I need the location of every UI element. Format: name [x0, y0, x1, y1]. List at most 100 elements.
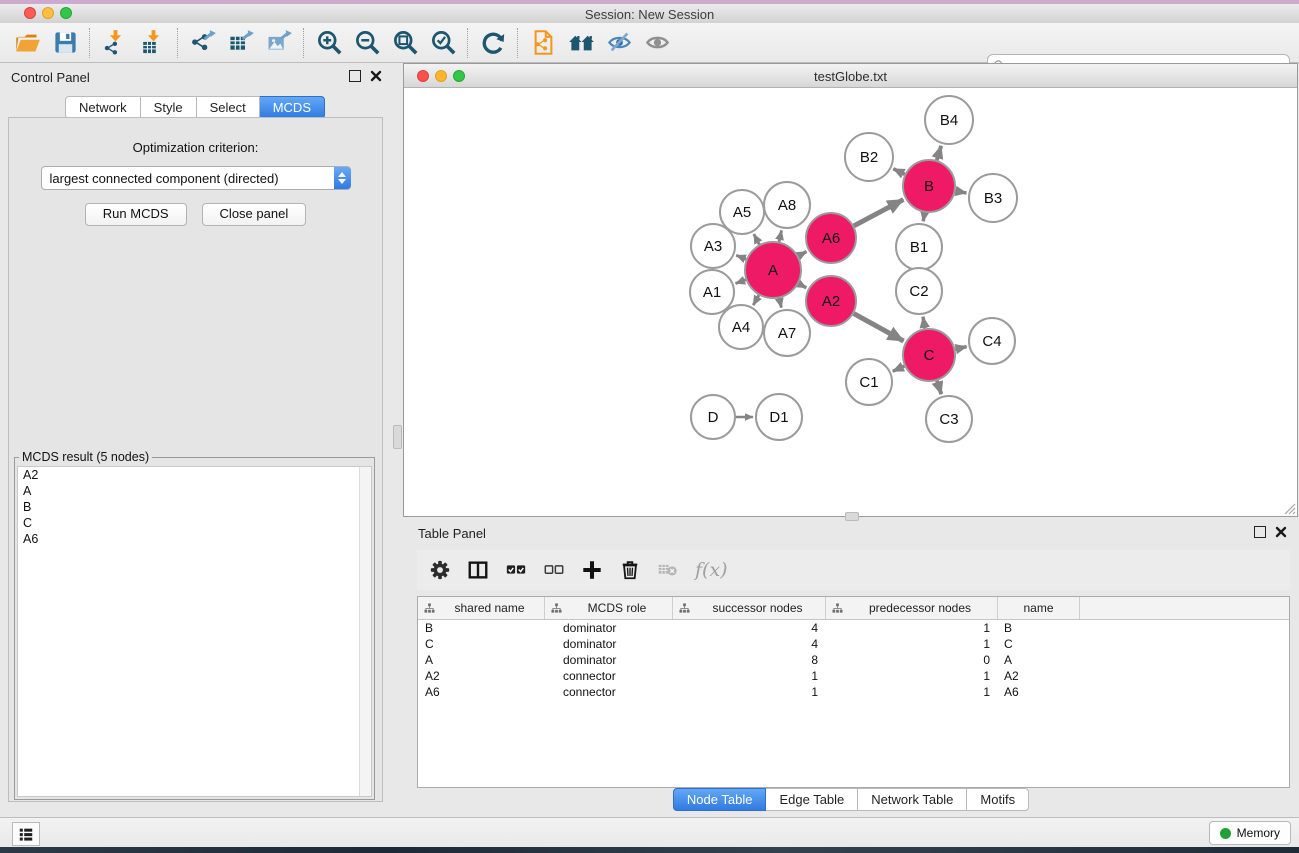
table-row[interactable]: Cdominator41C	[418, 636, 1289, 652]
cell-MCDS-role[interactable]: connector	[545, 669, 673, 683]
node-D[interactable]: D	[691, 395, 735, 439]
edge-C-C3[interactable]	[937, 381, 941, 394]
zoom-out-button[interactable]	[348, 26, 386, 60]
cell-name[interactable]: C	[998, 637, 1080, 651]
task-history-button[interactable]	[12, 822, 40, 846]
close-panel-icon[interactable]	[1275, 526, 1287, 538]
cell-name[interactable]: B	[998, 621, 1080, 635]
delete-columns-button[interactable]	[613, 553, 647, 587]
edge-A-A5[interactable]	[754, 234, 760, 244]
edge-A-A8[interactable]	[779, 230, 781, 241]
network-canvas[interactable]: AA1A2A3A4A5A6A7A8BB1B2B3B4CC1C2C3C4DD1	[405, 88, 1296, 515]
export-network-button[interactable]	[184, 26, 222, 60]
tab-network-table[interactable]: Network Table	[858, 788, 967, 811]
cell-successor-nodes[interactable]: 1	[673, 669, 826, 683]
edge-A-A7[interactable]	[779, 298, 781, 307]
edge-B-B3[interactable]	[956, 191, 967, 193]
column-header-name[interactable]: name	[998, 597, 1080, 619]
table-settings-button[interactable]	[423, 553, 457, 587]
node-A6[interactable]: A6	[806, 213, 856, 263]
table-header-row[interactable]: shared nameMCDS rolesuccessor nodesprede…	[418, 597, 1289, 620]
network-graph[interactable]: AA1A2A3A4A5A6A7A8BB1B2B3B4CC1C2C3C4DD1	[405, 88, 1296, 515]
cell-predecessor-nodes[interactable]: 1	[826, 669, 998, 683]
edge-A-A1[interactable]	[736, 280, 746, 284]
node-D1[interactable]: D1	[756, 394, 802, 440]
toggle-columns-button[interactable]	[461, 553, 495, 587]
tab-network[interactable]: Network	[65, 96, 141, 119]
edge-B-B1[interactable]	[923, 213, 924, 222]
import-table-button[interactable]	[134, 26, 172, 60]
node-table[interactable]: shared nameMCDS rolesuccessor nodesprede…	[417, 596, 1290, 788]
node-A7[interactable]: A7	[764, 310, 810, 356]
select-all-rows-button[interactable]	[499, 553, 533, 587]
cell-MCDS-role[interactable]: connector	[545, 685, 673, 699]
node-A4[interactable]: A4	[719, 305, 763, 349]
cell-predecessor-nodes[interactable]: 1	[826, 637, 998, 651]
cell-shared-name[interactable]: A6	[418, 685, 545, 699]
node-B2[interactable]: B2	[845, 133, 893, 181]
function-builder-button[interactable]: f(x)	[689, 559, 728, 581]
zoom-in-button[interactable]	[310, 26, 348, 60]
node-A8[interactable]: A8	[764, 182, 810, 228]
edge-B-B4[interactable]	[937, 146, 941, 160]
edge-C-C4[interactable]	[955, 347, 966, 350]
node-C1[interactable]: C1	[846, 359, 892, 405]
vertical-splitter-handle[interactable]	[393, 425, 402, 449]
table-row[interactable]: A2connector11A2	[418, 668, 1289, 684]
mcds-result-item[interactable]: B	[18, 499, 371, 515]
cell-shared-name[interactable]: A	[418, 653, 545, 667]
cell-shared-name[interactable]: C	[418, 637, 545, 651]
cell-successor-nodes[interactable]: 4	[673, 621, 826, 635]
tab-select[interactable]: Select	[197, 96, 260, 119]
node-C2[interactable]: C2	[896, 268, 942, 314]
cell-predecessor-nodes[interactable]: 1	[826, 685, 998, 699]
mcds-result-list[interactable]: A2ABCA6	[17, 466, 372, 797]
node-B[interactable]: B	[903, 160, 955, 212]
delete-table-button[interactable]	[651, 553, 685, 587]
network-from-selection-button[interactable]	[524, 26, 562, 60]
mcds-result-item[interactable]: A	[18, 483, 371, 499]
cell-MCDS-role[interactable]: dominator	[545, 653, 673, 667]
node-B4[interactable]: B4	[925, 96, 973, 144]
column-header-shared-name[interactable]: shared name	[418, 597, 545, 619]
cell-predecessor-nodes[interactable]: 1	[826, 621, 998, 635]
column-header-predecessor-nodes[interactable]: predecessor nodes	[826, 597, 998, 619]
edge-C-C1[interactable]	[893, 366, 905, 371]
node-C[interactable]: C	[903, 329, 955, 381]
close-panel-icon[interactable]	[370, 70, 382, 82]
export-table-button[interactable]	[222, 26, 260, 60]
node-A5[interactable]: A5	[720, 190, 764, 234]
tab-motifs[interactable]: Motifs	[967, 788, 1029, 811]
tab-node-table[interactable]: Node Table	[673, 788, 767, 811]
resize-grip-icon[interactable]	[1282, 501, 1296, 515]
table-row[interactable]: Bdominator41B	[418, 620, 1289, 636]
cell-name[interactable]: A6	[998, 685, 1080, 699]
table-row[interactable]: A6connector11A6	[418, 684, 1289, 700]
close-panel-button[interactable]: Close panel	[202, 203, 307, 226]
show-all-button[interactable]	[638, 26, 676, 60]
cell-name[interactable]: A2	[998, 669, 1080, 683]
table-row[interactable]: Adominator80A	[418, 652, 1289, 668]
node-A3[interactable]: A3	[691, 224, 735, 268]
node-B1[interactable]: B1	[896, 224, 942, 270]
scrollbar-track[interactable]	[359, 467, 371, 796]
refresh-layout-button[interactable]	[474, 26, 512, 60]
column-header-MCDS-role[interactable]: MCDS role	[545, 597, 673, 619]
edge-A-A3[interactable]	[736, 255, 746, 259]
export-image-button[interactable]	[260, 26, 298, 60]
float-panel-icon[interactable]	[1254, 526, 1266, 538]
node-A[interactable]: A	[745, 242, 801, 298]
deselect-all-rows-button[interactable]	[537, 553, 571, 587]
node-C3[interactable]: C3	[926, 396, 972, 442]
edge-C-C2[interactable]	[923, 317, 925, 329]
cell-successor-nodes[interactable]: 8	[673, 653, 826, 667]
edge-A6-B[interactable]	[854, 200, 903, 226]
cell-successor-nodes[interactable]: 1	[673, 685, 826, 699]
cell-MCDS-role[interactable]: dominator	[545, 621, 673, 635]
cell-predecessor-nodes[interactable]: 0	[826, 653, 998, 667]
criterion-dropdown[interactable]: largest connected component (directed)	[41, 166, 351, 190]
app-titlebar[interactable]: Session: New Session	[0, 4, 1299, 24]
node-B3[interactable]: B3	[969, 174, 1017, 222]
run-mcds-button[interactable]: Run MCDS	[85, 203, 187, 226]
hide-selected-button[interactable]	[600, 26, 638, 60]
